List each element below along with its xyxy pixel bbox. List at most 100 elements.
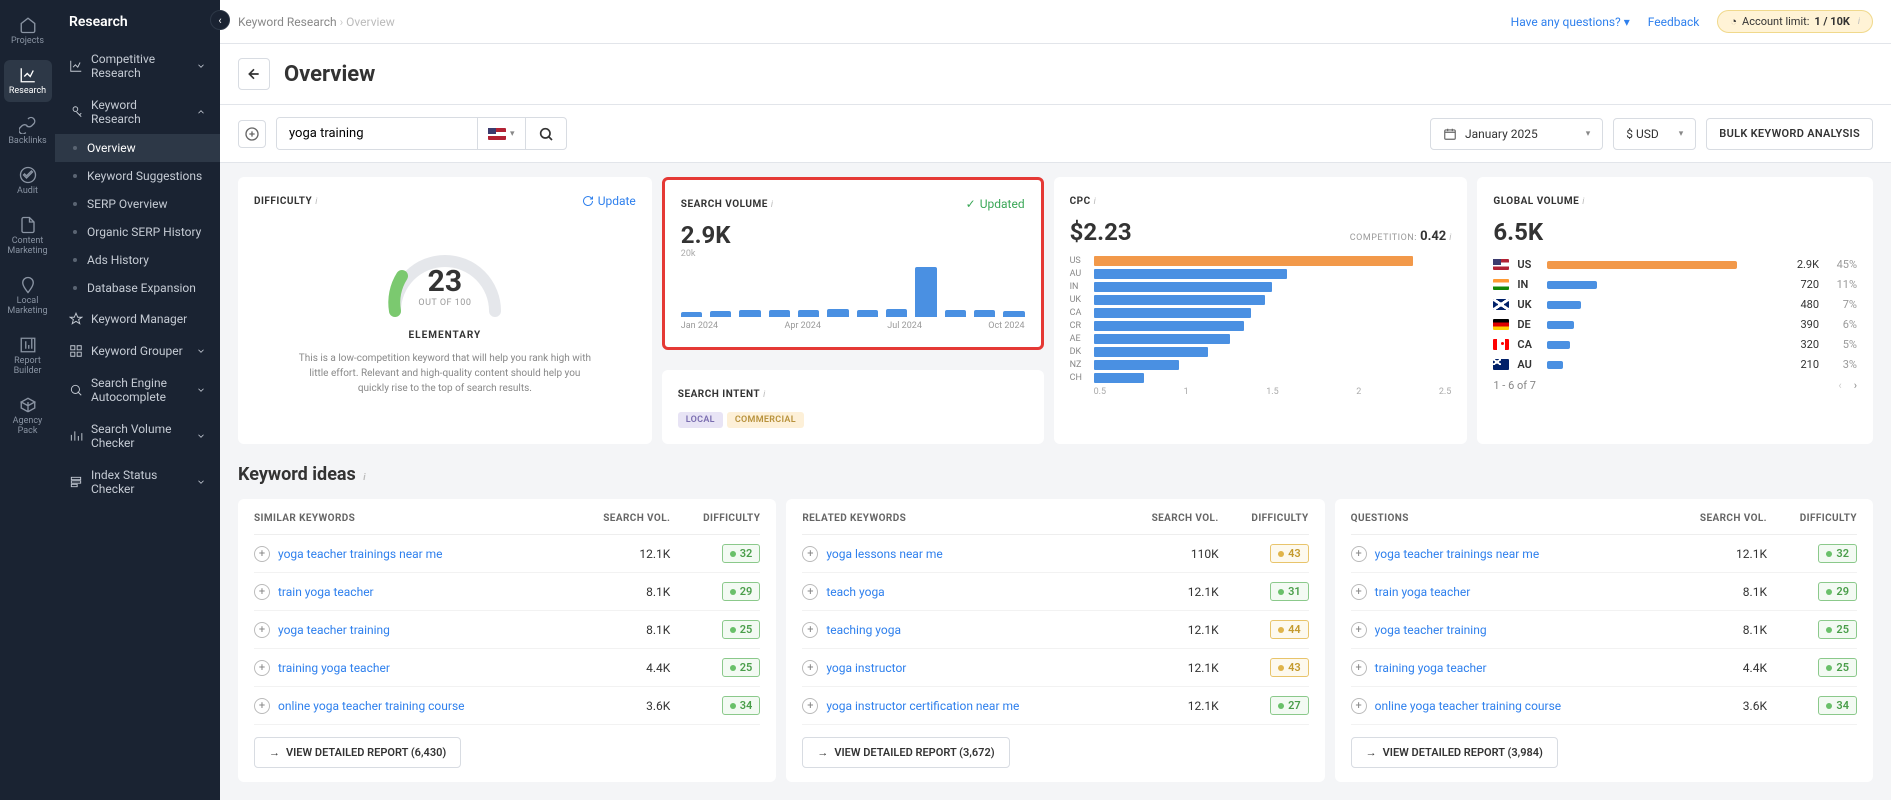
- add-keyword-button[interactable]: +: [254, 546, 270, 562]
- calendar-icon: [1443, 127, 1457, 141]
- keyword-link[interactable]: yoga teacher training: [278, 623, 580, 637]
- keyword-link[interactable]: training yoga teacher: [1375, 661, 1677, 675]
- search-button[interactable]: [525, 118, 566, 149]
- search-volume-card: SEARCH VOLUMEi ✓ Updated 2.9K 20k Jan 20…: [662, 177, 1044, 350]
- add-keyword-button[interactable]: +: [1351, 698, 1367, 714]
- keyword-link[interactable]: training yoga teacher: [278, 661, 580, 675]
- info-icon: i: [771, 200, 773, 210]
- keyword-link[interactable]: online yoga teacher training course: [278, 699, 580, 713]
- keyword-link[interactable]: yoga teacher training: [1375, 623, 1677, 637]
- keyword-link[interactable]: yoga instructor: [826, 661, 1128, 675]
- add-keyword-button[interactable]: +: [802, 698, 818, 714]
- iconbar-item-research[interactable]: Research: [4, 60, 52, 102]
- sv-value: 4.4K: [1677, 661, 1767, 675]
- keyword-ideas: Keyword ideas i SIMILAR KEYWORDSSEARCH V…: [220, 458, 1891, 800]
- sidebar-title: Research: [55, 14, 220, 44]
- pager-label: 1 - 6 of 7: [1493, 379, 1536, 392]
- idea-row: +yoga instructor certification near me12…: [802, 687, 1308, 725]
- difficulty-badge: 32: [1818, 544, 1857, 563]
- add-keyword-button[interactable]: +: [254, 584, 270, 600]
- cpc-value: $2.23: [1070, 218, 1132, 246]
- nav-keyword-research[interactable]: Keyword Research: [55, 90, 220, 134]
- account-limit-badge[interactable]: ◔ Account limit: 1 / 10K i: [1717, 10, 1873, 33]
- chevron-down-icon: ▾: [1679, 129, 1684, 139]
- add-keyword-button[interactable]: +: [1351, 660, 1367, 676]
- add-keyword-button[interactable]: +: [802, 622, 818, 638]
- iconbar-item-agency-pack[interactable]: Agency Pack: [4, 390, 52, 442]
- keyword-input[interactable]: [277, 118, 477, 149]
- nav-child-ads-history[interactable]: Ads History: [55, 246, 220, 274]
- add-keyword-button[interactable]: +: [1351, 546, 1367, 562]
- pager-next[interactable]: ›: [1854, 379, 1857, 392]
- chevron-icon: [196, 385, 206, 395]
- flag-de-icon: [1493, 319, 1509, 330]
- nav-competitive-research[interactable]: Competitive Research: [55, 44, 220, 88]
- country-select[interactable]: ▾: [477, 118, 525, 149]
- iconbar-item-backlinks[interactable]: Backlinks: [4, 110, 52, 152]
- view-detail-button[interactable]: → VIEW DETAILED REPORT (3,984): [1351, 737, 1558, 768]
- sv-value: 12.1K: [1129, 585, 1219, 599]
- nav-search-engine-autocomplete[interactable]: Search Engine Autocomplete: [55, 368, 220, 412]
- col-header: DIFFICULTY: [1767, 513, 1857, 524]
- info-icon: i: [1582, 197, 1584, 207]
- nav-index-status-checker[interactable]: Index Status Checker: [55, 460, 220, 504]
- cpc-card: CPCi $2.23 COMPETITION: 0.42i USAUINUKCA…: [1054, 177, 1468, 444]
- add-keyword-button[interactable]: +: [802, 546, 818, 562]
- nav-keyword-grouper[interactable]: Keyword Grouper: [55, 336, 220, 366]
- sv-value: 110K: [1129, 547, 1219, 561]
- search-volume-value: 2.9K: [681, 221, 1025, 249]
- bar: [1003, 311, 1024, 317]
- idea-row: +teaching yoga12.1K44: [802, 611, 1308, 649]
- add-keyword-button[interactable]: +: [254, 698, 270, 714]
- currency-select[interactable]: $ USD ▾: [1613, 118, 1696, 150]
- breadcrumb-current: Overview: [346, 15, 395, 29]
- breadcrumb-root[interactable]: Keyword Research: [238, 15, 337, 29]
- sidebar-collapse-button[interactable]: ‹: [210, 10, 230, 30]
- search-icon: [69, 383, 83, 397]
- add-keyword-button[interactable]: +: [1351, 584, 1367, 600]
- keyword-link[interactable]: teach yoga: [826, 585, 1128, 599]
- keyword-link[interactable]: yoga instructor certification near me: [826, 699, 1128, 713]
- key-icon: [69, 105, 83, 119]
- nav-child-database-expansion[interactable]: Database Expansion: [55, 274, 220, 302]
- idea-row: +yoga teacher trainings near me12.1K32: [254, 535, 760, 573]
- view-detail-button[interactable]: → VIEW DETAILED REPORT (3,672): [802, 737, 1009, 768]
- search-icon: [538, 126, 554, 142]
- feedback-link[interactable]: Feedback: [1648, 15, 1700, 29]
- keyword-link[interactable]: yoga lessons near me: [826, 547, 1128, 561]
- iconbar-item-content-marketing[interactable]: Content Marketing: [4, 210, 52, 262]
- iconbar-item-audit[interactable]: Audit: [4, 160, 52, 202]
- keyword-link[interactable]: yoga teacher trainings near me: [278, 547, 580, 561]
- add-keyword-button[interactable]: +: [1351, 622, 1367, 638]
- bulk-analysis-button[interactable]: BULK KEYWORD ANALYSIS: [1706, 118, 1873, 150]
- ideas-col-similar: SIMILAR KEYWORDSSEARCH VOL.DIFFICULTY+yo…: [238, 499, 776, 782]
- nav-child-serp-overview[interactable]: SERP Overview: [55, 190, 220, 218]
- add-keyword-button[interactable]: +: [254, 660, 270, 676]
- chevron-icon: [196, 107, 206, 117]
- add-keyword-button[interactable]: +: [254, 622, 270, 638]
- add-keyword-button[interactable]: +: [802, 584, 818, 600]
- nav-child-organic-serp-history[interactable]: Organic SERP History: [55, 218, 220, 246]
- keyword-link[interactable]: teaching yoga: [826, 623, 1128, 637]
- iconbar-item-report-builder[interactable]: Report Builder: [4, 330, 52, 382]
- ideas-title: Keyword ideas i: [238, 458, 1873, 499]
- date-select[interactable]: January 2025 ▾: [1430, 118, 1603, 150]
- keyword-link[interactable]: online yoga teacher training course: [1375, 699, 1677, 713]
- difficulty-update-button[interactable]: Update: [582, 194, 636, 208]
- nav-keyword-manager[interactable]: Keyword Manager: [55, 304, 220, 334]
- nav-child-keyword-suggestions[interactable]: Keyword Suggestions: [55, 162, 220, 190]
- add-keyword-button[interactable]: +: [802, 660, 818, 676]
- pager-prev[interactable]: ‹: [1838, 379, 1841, 392]
- keyword-link[interactable]: yoga teacher trainings near me: [1375, 547, 1677, 561]
- idea-row: +yoga teacher trainings near me12.1K32: [1351, 535, 1857, 573]
- iconbar-item-local-marketing[interactable]: Local Marketing: [4, 270, 52, 322]
- keyword-link[interactable]: train yoga teacher: [1375, 585, 1677, 599]
- nav-child-overview[interactable]: Overview: [55, 134, 220, 162]
- add-keyword-button[interactable]: [238, 120, 266, 148]
- iconbar-item-projects[interactable]: Projects: [4, 10, 52, 52]
- view-detail-button[interactable]: → VIEW DETAILED REPORT (6,430): [254, 737, 461, 768]
- nav-search-volume-checker[interactable]: Search Volume Checker: [55, 414, 220, 458]
- back-button[interactable]: [238, 58, 270, 90]
- keyword-link[interactable]: train yoga teacher: [278, 585, 580, 599]
- questions-link[interactable]: Have any questions? ▾: [1511, 15, 1630, 29]
